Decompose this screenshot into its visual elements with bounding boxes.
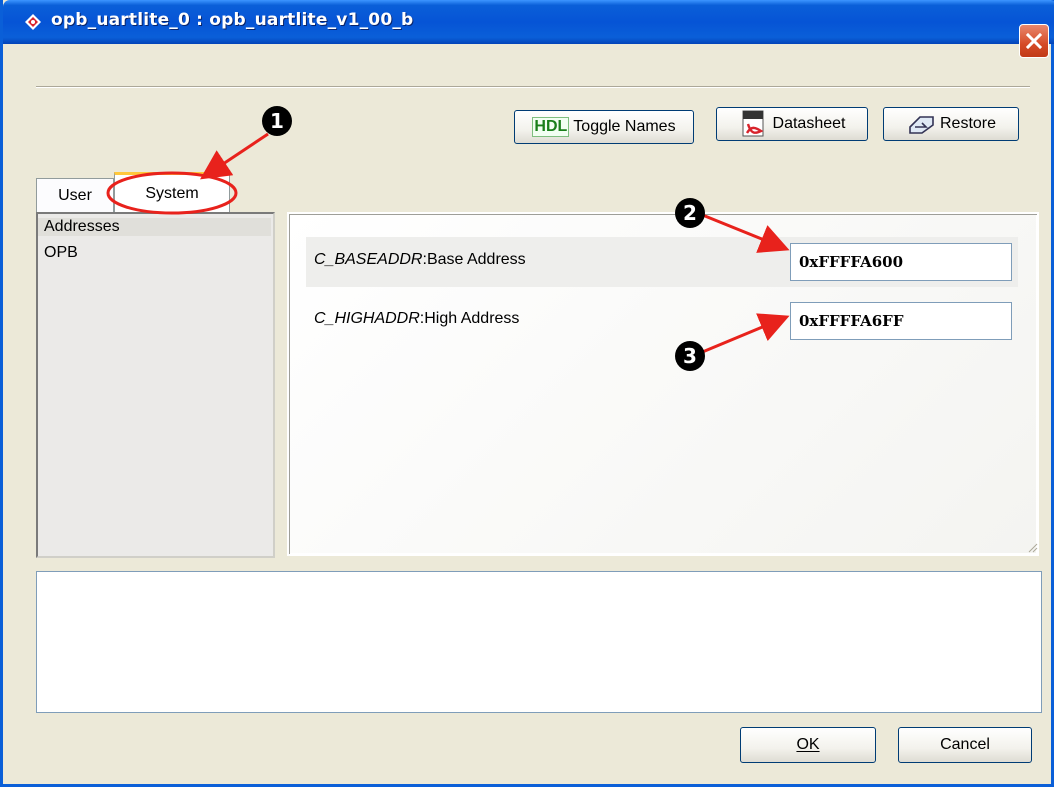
resize-grip-icon <box>1028 543 1038 553</box>
toggle-names-button[interactable]: HDL Toggle Names <box>514 110 694 144</box>
tab-system-label: System <box>145 185 199 202</box>
close-button[interactable] <box>1019 24 1049 58</box>
list-item-opb[interactable]: OPB <box>44 244 78 262</box>
param-desc: High Address <box>424 310 520 327</box>
hdl-icon: HDL <box>532 117 570 137</box>
cancel-button[interactable]: Cancel <box>898 727 1032 763</box>
tab-user-label: User <box>58 186 92 204</box>
param-label-baseaddr: C_BASEADDR:Base Address <box>314 251 526 268</box>
cancel-label: Cancel <box>940 736 990 753</box>
param-name: C_BASEADDR <box>314 251 423 268</box>
restore-icon <box>909 116 934 134</box>
separator <box>36 86 1030 88</box>
title-bar[interactable]: opb_uartlite_0 : opb_uartlite_v1_00_b <box>3 0 1054 44</box>
app-icon <box>25 14 41 30</box>
pdf-icon <box>742 110 764 137</box>
annotation-marker-3: 3 <box>675 341 705 371</box>
ok-label: OK <box>796 736 820 753</box>
annotation-marker-1: 1 <box>262 106 292 136</box>
category-list[interactable]: Addresses OPB <box>36 212 275 558</box>
param-name: C_HIGHADDR <box>314 310 420 327</box>
baseaddr-field[interactable]: 0xFFFFA600 <box>790 243 1012 281</box>
tab-system[interactable]: System <box>114 172 230 213</box>
restore-button[interactable]: Restore <box>883 107 1019 141</box>
param-desc: Base Address <box>426 251 526 268</box>
highaddr-field[interactable]: 0xFFFFA6FF <box>790 302 1012 340</box>
list-item-addresses[interactable]: Addresses <box>38 218 271 236</box>
datasheet-button[interactable]: Datasheet <box>716 107 868 141</box>
close-icon <box>1026 33 1042 49</box>
window-title: opb_uartlite_0 : opb_uartlite_v1_00_b <box>51 10 414 30</box>
annotation-marker-2: 2 <box>675 198 705 228</box>
restore-label: Restore <box>939 115 997 132</box>
datasheet-label: Datasheet <box>772 115 846 132</box>
param-label-highaddr: C_HIGHADDR:High Address <box>314 310 520 327</box>
tab-user[interactable]: User <box>36 178 114 212</box>
toggle-names-label: Toggle Names <box>573 118 676 135</box>
ok-button[interactable]: OK <box>740 727 876 763</box>
description-area <box>36 571 1042 713</box>
